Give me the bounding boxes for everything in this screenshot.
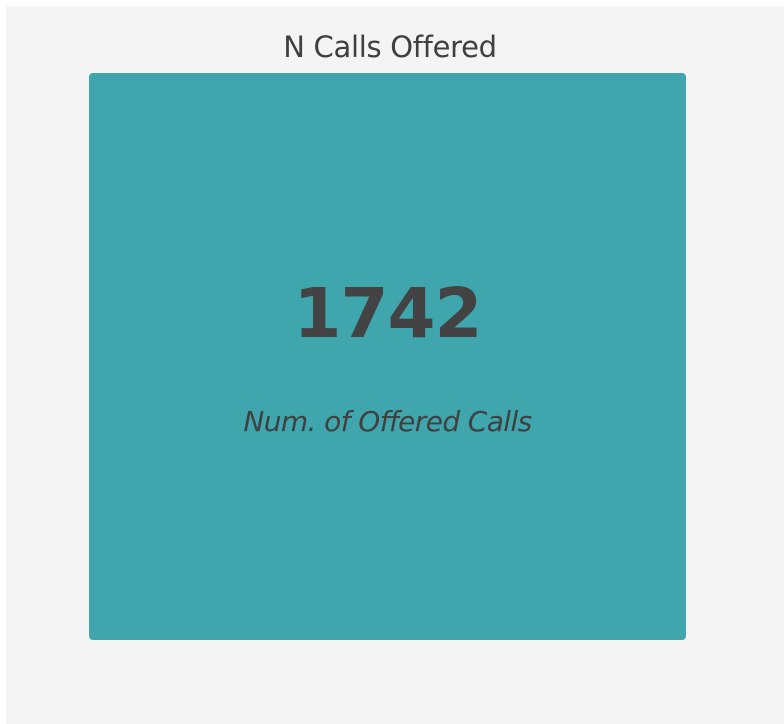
- kpi-card: 1742 Num. of Offered Calls: [89, 73, 686, 640]
- widget-title-text: N Calls Offered: [283, 30, 497, 64]
- kpi-label: Num. of Offered Calls: [243, 405, 532, 438]
- dashboard-panel: N Calls Offered 1742 Num. of Offered Cal…: [6, 6, 784, 724]
- kpi-value: 1742: [293, 274, 482, 354]
- widget-title: N Calls Offered: [6, 30, 784, 64]
